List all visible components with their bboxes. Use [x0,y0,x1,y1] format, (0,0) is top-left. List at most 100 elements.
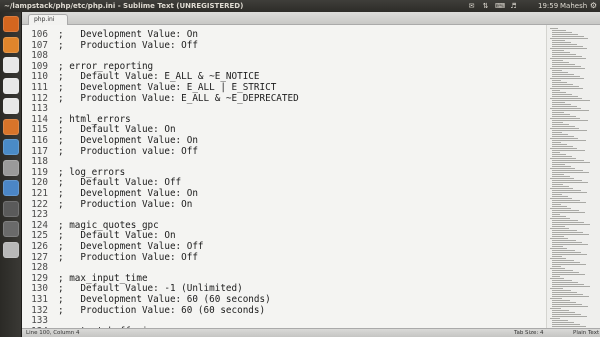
code-line[interactable]: 123 [22,209,546,220]
sublime-text-icon[interactable] [3,200,19,217]
line-text: ; Production Value: On [58,198,193,210]
home-folder-icon[interactable] [3,16,19,32]
clock[interactable]: 19:59 [538,0,558,12]
impress-icon[interactable] [3,98,19,114]
line-text: ; Production value: Off [58,145,198,157]
minimap-line [552,214,560,215]
minimap-line [552,136,574,137]
ubuntu-one-icon[interactable] [3,139,19,155]
code-line[interactable]: 127 ; Production Value: Off [22,252,546,263]
code-line[interactable]: 114 ; html_errors [22,114,546,125]
volume-icon[interactable]: ♬ [509,2,518,11]
line-text: ; Development Value: On [58,135,198,146]
workspace-switcher-icon[interactable] [3,221,19,237]
minimap-line [552,132,562,133]
code-line[interactable]: 124 ; magic_quotes_gpc [22,220,546,231]
minimap-line [550,298,562,299]
network-icon[interactable]: ⇅ [481,2,490,11]
minimap-line [552,176,570,177]
code-line[interactable]: 115 ; Default Value: On [22,124,546,135]
minimap-line [550,278,564,279]
minimap-line [552,86,579,87]
gear-icon[interactable]: ⚙ [589,1,598,10]
minimap-line [552,262,580,263]
writer-icon[interactable] [3,57,19,73]
minimap-line [552,156,572,157]
launcher [0,12,22,337]
tab-php-ini[interactable]: php.ini [28,14,68,25]
minimap-line [552,252,581,253]
code-line[interactable]: 132 ; Production Value: 60 (60 seconds) [22,305,546,316]
line-text: ; Production Value: Off [58,251,198,263]
envelope-icon[interactable]: ✉ [467,2,476,11]
code-line[interactable]: 113 [22,103,546,114]
line-text: ; Development Value: E_ALL | E_STRICT [58,82,277,93]
minimap-line [552,146,573,147]
minimap-line [552,74,574,75]
minimap-line [552,174,564,175]
calc-icon[interactable] [3,77,19,94]
code-line[interactable]: 107 ; Production Value: Off [22,40,546,51]
syntax-selector[interactable]: Plain Text [573,329,599,337]
minimap-line [550,138,578,139]
code-line[interactable]: 118 [22,156,546,167]
line-number: 128 [31,262,48,274]
firefox-icon[interactable] [3,36,19,53]
minimap-line [552,126,575,127]
code-line[interactable]: 129 ; max_input_time [22,273,546,284]
keyboard-icon[interactable]: ⌨ [495,2,505,11]
minimap-line [550,98,582,99]
minimap-line [550,228,569,229]
editor[interactable]: 106 ; Development Value: On 107 ; Productio… [22,25,546,328]
line-text: ; Default Value: -1 (Unlimited) [58,283,243,295]
minimap-line [550,128,579,129]
line-number: 127 [31,251,48,263]
code-line[interactable]: 110 ; Default Value: E_ALL & ~E_NOTICE [22,71,546,82]
line-number: 109 [31,60,48,72]
system-tray: ✉ ⇅ ⌨ ♬ [462,0,518,12]
minimap-line [552,250,575,251]
user-name[interactable]: Mahesh [560,0,587,12]
minimap-line [552,230,577,231]
minimap-line [552,282,578,283]
minimap-line [552,134,568,135]
code-line[interactable]: 111 ; Development Value: E_ALL | E_STRICT [22,82,546,93]
code-line[interactable]: 133 [22,315,546,326]
minimap-line [552,100,590,101]
minimap-line [552,56,582,57]
code-line[interactable]: 112 ; Production Value: E_ALL & ~E_DEPREC… [22,93,546,104]
trash-icon[interactable] [3,241,19,258]
minimap[interactable] [546,25,600,328]
code-line[interactable]: 116 ; Development Value: On [22,135,546,146]
line-text: ; html_errors [58,113,131,125]
system-settings-icon[interactable] [3,159,19,176]
line-number: 120 [31,177,48,189]
code-line[interactable]: 119 ; log_errors [22,167,546,178]
code-line[interactable]: 108 [22,50,546,61]
line-text: ; Production Value: E_ALL & ~E_DEPRECATE… [58,92,299,104]
code-line[interactable]: 131 ; Development Value: 60 (60 seconds) [22,294,546,305]
code-line[interactable]: 122 ; Production Value: On [22,199,546,210]
code-line[interactable]: 126 ; Development Value: Off [22,241,546,252]
minimap-line [552,50,564,51]
code-line[interactable]: 109 ; error_reporting [22,61,546,72]
code-line[interactable]: 120 ; Default Value: Off [22,177,546,188]
code-line[interactable]: 128 [22,262,546,273]
line-text: ; Production Value: 60 (60 seconds) [58,304,266,316]
code-line[interactable]: 130 ; Default Value: -1 (Unlimited) [22,283,546,294]
software-center-icon[interactable] [3,118,19,135]
minimap-line [550,258,566,259]
minimap-line [552,246,563,247]
code-line[interactable]: 106 ; Development Value: On [22,29,546,40]
minimap-line [552,166,571,167]
code-line[interactable]: 121 ; Development Value: On [22,188,546,199]
minimap-line [550,218,570,219]
code-line[interactable]: 125 ; Default Value: On [22,230,546,241]
chromium-icon[interactable] [3,180,19,196]
minimap-line [552,292,577,293]
line-number: 121 [31,188,48,199]
code-line[interactable]: 117 ; Production value: Off [22,146,546,157]
minimap-line [550,318,560,319]
tab-size-selector[interactable]: Tab Size: 4 [514,329,543,337]
minimap-line [552,64,575,65]
